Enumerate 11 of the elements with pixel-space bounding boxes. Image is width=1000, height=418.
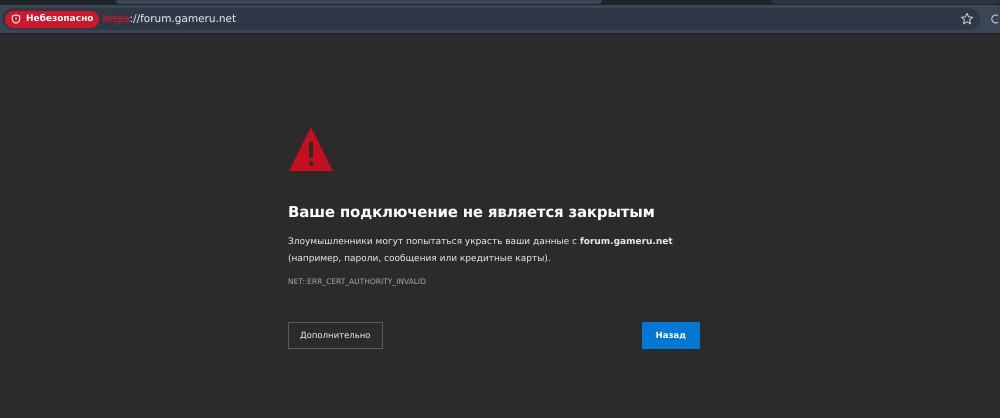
favorite-star-icon[interactable] <box>960 12 974 26</box>
advanced-button[interactable]: Дополнительно <box>288 322 382 349</box>
address-bar[interactable]: Небезопасно https://forum.gameru.net <box>2 8 980 30</box>
back-button[interactable]: Назад <box>642 322 700 349</box>
warning-icon <box>287 125 335 173</box>
error-heading: Ваше подключение не является закрытым <box>288 203 656 221</box>
security-warning-chip[interactable]: Небезопасно <box>5 10 100 28</box>
url-text: https://forum.gameru.net <box>102 13 238 25</box>
error-description: Злоумышленники могут попытаться украсть ваши данные с forum.gameru.net (например, пароли, сообщения или кредитные карты). <box>288 236 674 266</box>
refresh-icon[interactable] <box>990 12 998 26</box>
shield-icon <box>11 14 21 24</box>
